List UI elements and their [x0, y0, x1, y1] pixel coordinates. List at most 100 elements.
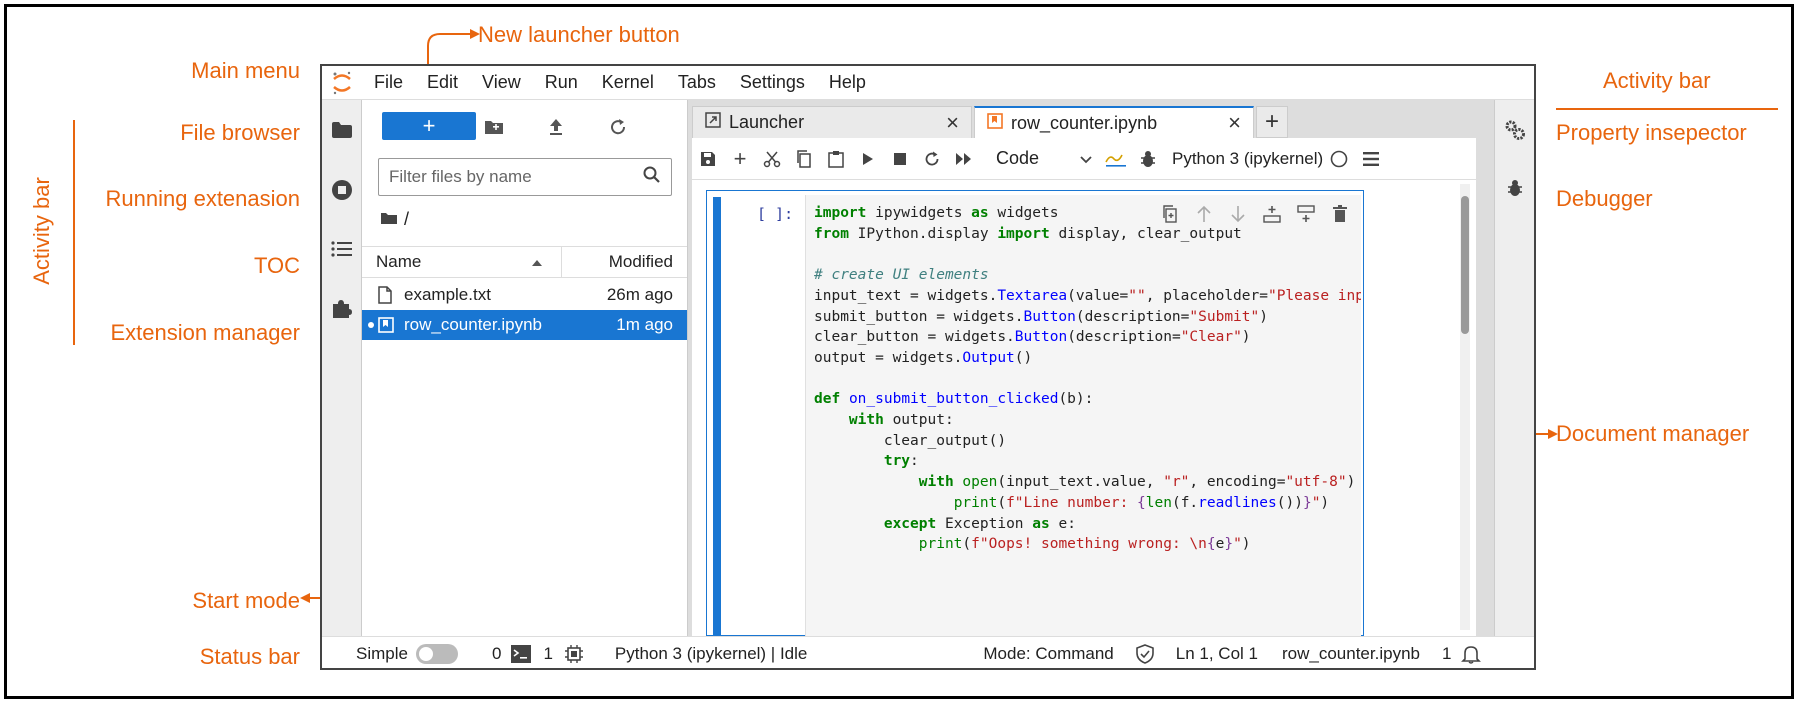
ann-document-manager: Document manager	[1556, 421, 1750, 446]
file-modified: 26m ago	[606, 285, 673, 304]
terminal-count[interactable]: 0	[492, 644, 501, 664]
copy-icon[interactable]	[788, 143, 820, 175]
cell-type-select[interactable]: Code	[988, 144, 1100, 174]
file-browser: + Filter files by name / Name Modified e…	[362, 100, 688, 636]
breadcrumb: /	[380, 204, 409, 234]
mode-indicator: Mode: Command	[983, 643, 1114, 663]
document-area: Launcher × row_counter.ipynb × + + Code …	[688, 100, 1494, 637]
paste-icon[interactable]	[820, 143, 852, 175]
debugger-bug-icon[interactable]	[1503, 176, 1527, 200]
toc-list-icon[interactable]	[330, 237, 354, 261]
main-menu: File Edit View Run Kernel Tabs Settings …	[322, 66, 1534, 100]
move-up-icon[interactable]	[1193, 203, 1215, 225]
kernel-idle-icon	[1323, 143, 1355, 175]
input-prompt: [ ]:	[757, 205, 794, 223]
notebook-panel: [ ]: import ipywidgets as widgets from I…	[692, 180, 1476, 637]
code-cell[interactable]: [ ]: import ipywidgets as widgets from I…	[706, 190, 1364, 637]
new-launcher-button[interactable]: +	[382, 112, 476, 140]
bell-icon[interactable]	[1461, 644, 1482, 664]
ann-file-browser: File browser	[180, 120, 300, 145]
notebook-scrollbar[interactable]	[1460, 184, 1470, 630]
status-bar: Simple 0 1 Python 3 (ipykernel) | Idle M…	[322, 636, 1534, 668]
document-tab-bar: Launcher × row_counter.ipynb × +	[688, 100, 1494, 138]
kernel-count[interactable]: 1	[543, 644, 552, 664]
tab-notebook[interactable]: row_counter.ipynb ×	[974, 106, 1254, 138]
name-column-label: Name	[376, 252, 422, 271]
cut-icon[interactable]	[756, 143, 788, 175]
menu-icon[interactable]	[1355, 143, 1387, 175]
cell-collapser[interactable]	[713, 197, 721, 637]
ann-debugger: Debugger	[1556, 186, 1653, 211]
code-editor[interactable]: import ipywidgets as widgets from IPytho…	[805, 195, 1361, 637]
add-cell-icon[interactable]: +	[724, 143, 756, 175]
insert-above-icon[interactable]	[1261, 203, 1283, 225]
kernel-name[interactable]: Python 3 (ipykernel)	[1172, 149, 1323, 169]
file-row-selected[interactable]: row_counter.ipynb 1m ago	[362, 310, 687, 340]
modified-column-header[interactable]: Modified	[562, 252, 687, 272]
file-row[interactable]: example.txt 26m ago	[362, 280, 687, 310]
stop-icon[interactable]	[884, 143, 916, 175]
left-activity-bar	[322, 100, 362, 636]
launcher-icon	[705, 112, 721, 133]
simple-mode-toggle[interactable]	[415, 643, 458, 664]
menu-edit[interactable]: Edit	[415, 72, 470, 93]
file-list-header: Name Modified	[362, 246, 687, 278]
tab-launcher[interactable]: Launcher ×	[692, 106, 972, 138]
folder-icon[interactable]	[330, 118, 354, 142]
shield-check-icon[interactable]	[1135, 643, 1154, 664]
menu-tabs[interactable]: Tabs	[666, 72, 728, 93]
menu-settings[interactable]: Settings	[728, 72, 817, 93]
menu-help[interactable]: Help	[817, 72, 878, 93]
file-browser-toolbar: +	[362, 112, 687, 142]
notification-count: 1	[1441, 643, 1452, 663]
chart-icon[interactable]	[1100, 143, 1132, 175]
sort-up-icon	[531, 252, 543, 272]
refresh-icon[interactable]	[606, 115, 630, 139]
save-icon[interactable]	[692, 143, 724, 175]
fast-forward-icon[interactable]	[948, 143, 980, 175]
restart-icon[interactable]	[916, 143, 948, 175]
chevron-down-icon	[1080, 148, 1092, 169]
file-name: row_counter.ipynb	[404, 315, 542, 334]
add-tab-button[interactable]: +	[1256, 106, 1288, 138]
menu-view[interactable]: View	[470, 72, 533, 93]
cursor-position[interactable]: Ln 1, Col 1	[1176, 644, 1258, 664]
simple-mode-label: Simple	[356, 643, 408, 663]
ann-start-mode: Start mode	[192, 588, 300, 613]
insert-below-icon[interactable]	[1295, 203, 1317, 225]
menu-kernel[interactable]: Kernel	[590, 72, 666, 93]
breadcrumb-folder-icon[interactable]	[380, 209, 398, 230]
duplicate-cell-icon[interactable]	[1159, 203, 1181, 225]
kernel-chip-icon	[564, 644, 583, 663]
search-icon	[643, 166, 661, 189]
file-icon	[378, 286, 396, 304]
ann-property-inspector: Property insepector	[1556, 120, 1747, 145]
puzzle-icon[interactable]	[330, 296, 354, 320]
running-stop-icon[interactable]	[330, 178, 354, 202]
run-icon[interactable]	[852, 143, 884, 175]
new-folder-icon[interactable]	[482, 115, 506, 139]
bug-icon[interactable]	[1132, 143, 1164, 175]
ann-status-bar: Status bar	[199, 644, 300, 669]
menu-file[interactable]: File	[362, 72, 415, 93]
close-icon[interactable]: ×	[1228, 110, 1241, 136]
upload-icon[interactable]	[544, 115, 568, 139]
delete-cell-icon[interactable]	[1329, 203, 1351, 225]
cell-type-value: Code	[996, 148, 1040, 168]
name-column-header[interactable]: Name	[362, 247, 562, 277]
close-icon[interactable]: ×	[946, 110, 959, 136]
terminal-icon	[511, 644, 532, 663]
jupyterlab-window: File Edit View Run Kernel Tabs Settings …	[320, 64, 1536, 670]
filter-files-input[interactable]: Filter files by name	[378, 158, 672, 196]
tab-notebook-label: row_counter.ipynb	[1011, 112, 1158, 133]
kernel-status[interactable]: Python 3 (ipykernel) | Idle	[615, 644, 807, 664]
move-down-icon[interactable]	[1227, 203, 1249, 225]
breadcrumb-root[interactable]: /	[404, 209, 409, 230]
file-modified: 1m ago	[616, 315, 673, 334]
menu-run[interactable]: Run	[533, 72, 590, 93]
property-inspector-gears-icon[interactable]	[1503, 118, 1527, 142]
scrollbar-thumb[interactable]	[1461, 196, 1469, 334]
activity-bar-bracket	[73, 120, 75, 345]
jupyter-logo-icon	[322, 66, 362, 100]
notebook-toolbar: + Code Python 3 (ipykernel)	[692, 138, 1476, 180]
